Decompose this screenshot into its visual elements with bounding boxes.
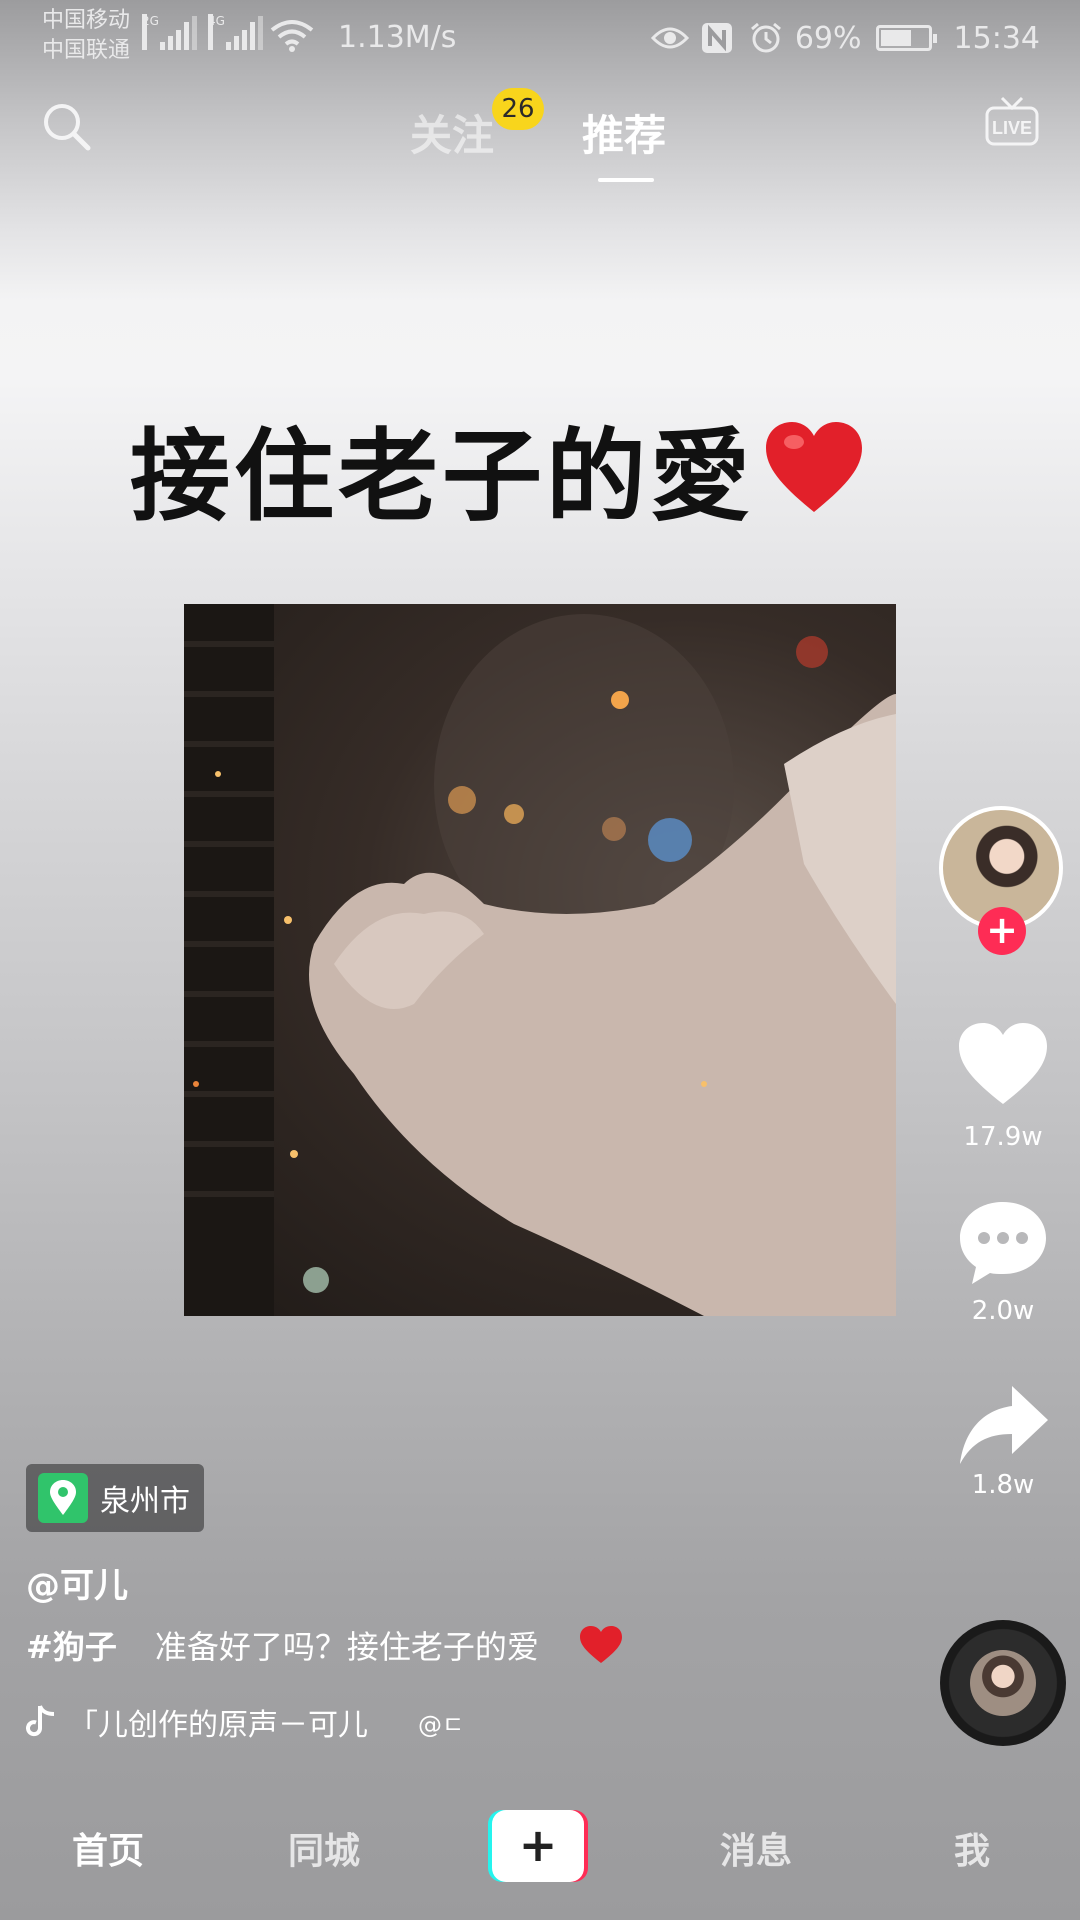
video-caption: 接住老子的愛 — [130, 395, 864, 540]
follow-button[interactable]: + — [978, 907, 1026, 955]
heart-emoji-icon — [579, 1626, 622, 1663]
active-tab-indicator — [598, 178, 654, 182]
share-icon[interactable] — [956, 1380, 1050, 1470]
search-icon[interactable] — [40, 100, 92, 152]
signal-2-type: 4G — [208, 14, 225, 50]
carrier-1: 中国移动 — [42, 8, 131, 33]
location-label: 泉州市 — [100, 1484, 190, 1519]
like-icon[interactable] — [956, 1020, 1050, 1110]
nav-local[interactable]: 同城 — [288, 1822, 360, 1874]
create-button[interactable]: + — [488, 1810, 588, 1882]
comment-icon[interactable] — [956, 1198, 1050, 1288]
video-player[interactable] — [184, 604, 896, 1316]
signal-1-type: 2G — [142, 14, 159, 50]
location-pin-icon — [38, 1473, 88, 1523]
carrier-labels: 中国移动 中国联通 — [42, 6, 130, 66]
alarm-icon — [750, 22, 781, 53]
heart-emoji-icon — [766, 421, 862, 512]
nav-home[interactable]: 首页 — [72, 1822, 144, 1874]
music-title: 「儿创作的原声－可儿 — [68, 1708, 368, 1743]
signal-icon-2: 4G — [208, 14, 266, 50]
music-disc-cover — [970, 1650, 1036, 1716]
follow-count-badge: 26 — [492, 88, 544, 130]
location-tag[interactable]: 泉州市 — [26, 1464, 204, 1532]
post-description: #狗子 准备好了吗？接住老子的爱 — [26, 1622, 623, 1668]
nav-messages[interactable]: 消息 — [720, 1822, 792, 1874]
signal-icon: 2G — [142, 14, 200, 50]
create-plus-icon: + — [492, 1810, 584, 1882]
bottom-nav: 首页 同城 + 消息 我 — [0, 1798, 1080, 1898]
live-icon[interactable]: LIVE — [984, 96, 1040, 150]
video-caption-text: 接住老子的愛 — [130, 417, 754, 535]
battery-percent: 69% — [794, 20, 862, 56]
clock: 15:34 — [953, 20, 1040, 56]
hashtag-link[interactable]: #狗子 — [26, 1622, 117, 1668]
eye-icon — [650, 27, 689, 49]
music-mention: @ㄷ — [418, 1710, 465, 1739]
cat-image — [184, 604, 896, 1316]
carrier-2: 中国联通 — [42, 38, 131, 63]
comment-count: 2.0w — [971, 1296, 1035, 1326]
status-right-group: 69% 15:34 — [650, 18, 1040, 58]
wifi-icon — [270, 20, 314, 52]
tab-follow[interactable]: 关注 — [410, 102, 494, 163]
live-label: LIVE — [992, 118, 1032, 138]
like-count: 17.9w — [963, 1122, 1043, 1152]
nfc-icon — [701, 23, 732, 53]
share-count: 1.8w — [971, 1470, 1035, 1500]
music-note-icon — [26, 1705, 55, 1737]
music-info[interactable]: 「儿创作的原声－可儿 @ㄷ — [26, 1700, 464, 1744]
author-username[interactable]: @可儿 — [26, 1558, 128, 1607]
music-disc[interactable] — [940, 1620, 1066, 1746]
battery-fill — [880, 30, 912, 46]
net-speed: 1.13M/s — [338, 20, 457, 55]
tab-recommend[interactable]: 推荐 — [582, 102, 666, 163]
status-bar: 中国移动 中国联通 2G 4G 1.13M/s 69% 15:34 — [0, 0, 1080, 76]
nav-me[interactable]: 我 — [954, 1822, 990, 1874]
battery-icon — [875, 25, 937, 51]
description-text: 准备好了吗？接住老子的爱 — [154, 1628, 539, 1666]
